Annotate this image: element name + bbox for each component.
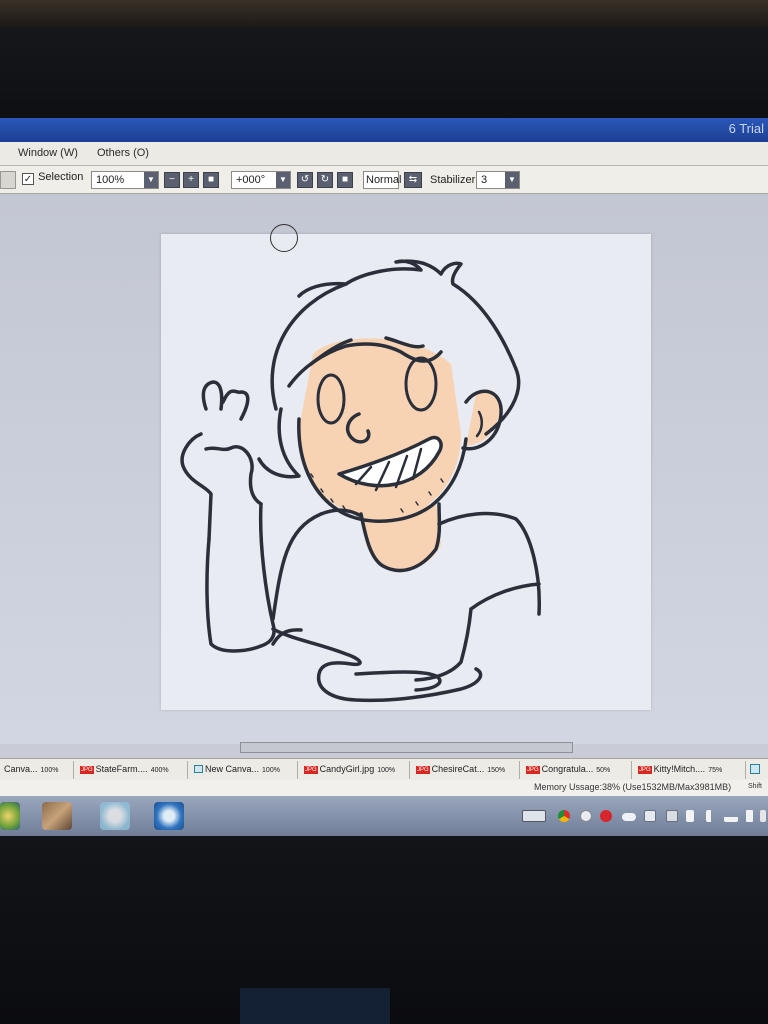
jpg-file-icon: JPG xyxy=(526,766,540,774)
cloud-icon[interactable] xyxy=(622,813,636,821)
doc-tab-name: ChesireCat... xyxy=(431,764,485,774)
stop-icon[interactable] xyxy=(600,810,612,822)
battery-icon[interactable] xyxy=(746,810,753,822)
chrome-icon[interactable] xyxy=(558,810,570,822)
check-icon[interactable]: ✓ xyxy=(22,173,34,185)
start-orb-icon[interactable] xyxy=(0,802,20,830)
menu-others[interactable]: Others (O) xyxy=(97,147,149,159)
taskbar xyxy=(0,796,768,836)
menu-bar: Window (W) Others (O) xyxy=(0,142,768,166)
doc-tab-zoom: 400% xyxy=(150,767,169,774)
doc-tab-zoom: 150% xyxy=(487,767,506,774)
stabilizer-label: Stabilizer xyxy=(430,174,476,186)
sync-icon[interactable] xyxy=(154,802,184,830)
jpg-file-icon: JPG xyxy=(80,766,94,774)
memory-usage: Memory Ussage:38% (Use1532MB/Max3981MB) xyxy=(534,782,732,792)
monitor-bezel-bottom xyxy=(0,836,768,1024)
jpg-file-icon: JPG xyxy=(416,766,430,774)
doc-tab-name: Canva... xyxy=(4,764,38,774)
brush-cursor xyxy=(270,224,298,252)
doc-tab-name: CandyGirl.jpg xyxy=(319,764,375,774)
doc-tab-5[interactable]: JPG Congratula... 50% xyxy=(524,761,632,779)
minus-icon[interactable]: − xyxy=(164,172,180,188)
display-icon[interactable] xyxy=(644,810,656,822)
rotate-left-icon[interactable]: ↺ xyxy=(297,172,313,188)
plus-icon[interactable]: + xyxy=(183,172,199,188)
horizontal-scrollbar[interactable] xyxy=(240,742,573,753)
rotation-select[interactable]: +000° ▼ xyxy=(231,171,291,189)
toolbar: ✓ Selection 100% ▼ − + ■ +000° ▼ ↺ ↻ ■ N… xyxy=(0,166,768,194)
doc-tab-zoom: 100% xyxy=(377,767,396,774)
monitor-bezel-top xyxy=(0,28,768,120)
printer-icon[interactable] xyxy=(666,810,678,822)
minecraft-icon[interactable] xyxy=(42,802,72,830)
doc-tab-zoom: 100% xyxy=(262,767,280,774)
monitor-logo xyxy=(240,988,390,1024)
stabilizer-select[interactable]: 3 ▼ xyxy=(476,171,520,189)
document-tabs: Canva... 100% JPG StateFarm.... 400% New Ca… xyxy=(0,758,768,780)
chevron-down-icon[interactable]: ▼ xyxy=(144,172,158,188)
doc-tab-1[interactable]: JPG StateFarm.... 400% xyxy=(78,761,188,779)
paint-app-icon[interactable] xyxy=(100,802,130,830)
doc-tab-2[interactable]: New Canva... 100% xyxy=(192,761,298,779)
selection-label: Selection xyxy=(38,171,84,183)
status-bar: Memory Ussage:38% (Use1532MB/Max3981MB) … xyxy=(0,780,768,796)
drawing-canvas[interactable] xyxy=(161,234,651,710)
stabilizer-value: 3 xyxy=(481,174,488,186)
window-title: 6 Trial xyxy=(728,121,764,136)
swap-icon[interactable]: ⇆ xyxy=(404,172,422,188)
selection-toggle[interactable]: ✓ Selection xyxy=(22,171,88,189)
canvas-file-icon xyxy=(750,764,760,774)
volume-icon[interactable] xyxy=(706,810,718,822)
blend-mode-value: Normal xyxy=(366,174,402,186)
chevron-down-icon[interactable]: ▼ xyxy=(505,172,519,188)
doc-tab-name: Congratula... xyxy=(541,764,594,774)
screen: 6 Trial Window (W) Others (O) ✓ Selectio… xyxy=(0,118,768,836)
desk-background xyxy=(0,0,768,30)
doc-tab-zoom: 100% xyxy=(40,767,59,774)
doc-tab-zoom: 75% xyxy=(708,767,723,774)
usb-icon[interactable] xyxy=(686,810,694,822)
character-drawing xyxy=(180,259,542,703)
notification-icon[interactable] xyxy=(760,810,766,822)
doc-tab-4[interactable]: JPG ChesireCat... 150% xyxy=(414,761,520,779)
title-bar: 6 Trial xyxy=(0,118,768,142)
doc-tab-name: Kitty!Mitch.... xyxy=(653,764,706,774)
chevron-down-icon[interactable]: ▼ xyxy=(276,172,290,188)
toolbar-edge-button[interactable] xyxy=(0,171,16,189)
doc-tab-zoom: 50% xyxy=(596,767,611,774)
settings-icon[interactable] xyxy=(580,810,592,822)
signal-icon[interactable] xyxy=(724,810,738,822)
keyboard-icon[interactable] xyxy=(522,810,546,822)
system-tray xyxy=(520,802,768,830)
canvas-workspace[interactable] xyxy=(0,194,768,744)
shift-indicator: Shift xyxy=(748,783,763,790)
jpg-file-icon: JPG xyxy=(304,766,318,774)
jpg-file-icon: JPG xyxy=(638,766,652,774)
blend-mode-select[interactable]: Normal xyxy=(363,171,402,189)
rotate-right-icon[interactable]: ↻ xyxy=(317,172,333,188)
doc-tab-name: New Canva... xyxy=(205,764,260,774)
zoom-value: 100% xyxy=(96,174,125,186)
doc-tab-name: StateFarm.... xyxy=(95,764,148,774)
rotation-value: +000° xyxy=(236,174,266,186)
doc-tab-3[interactable]: JPG CandyGirl.jpg 100% xyxy=(302,761,410,779)
zoom-select[interactable]: 100% ▼ xyxy=(91,171,159,189)
rotation-reset-button[interactable]: ■ xyxy=(337,172,353,188)
zoom-reset-button[interactable]: ■ xyxy=(203,172,219,188)
doc-tab-0[interactable]: Canva... 100% xyxy=(2,761,74,779)
canvas-file-icon xyxy=(194,765,203,773)
menu-window[interactable]: Window (W) xyxy=(18,147,78,159)
doc-tab-overflow[interactable] xyxy=(748,761,768,779)
doc-tab-6[interactable]: JPG Kitty!Mitch.... 75% xyxy=(636,761,746,779)
